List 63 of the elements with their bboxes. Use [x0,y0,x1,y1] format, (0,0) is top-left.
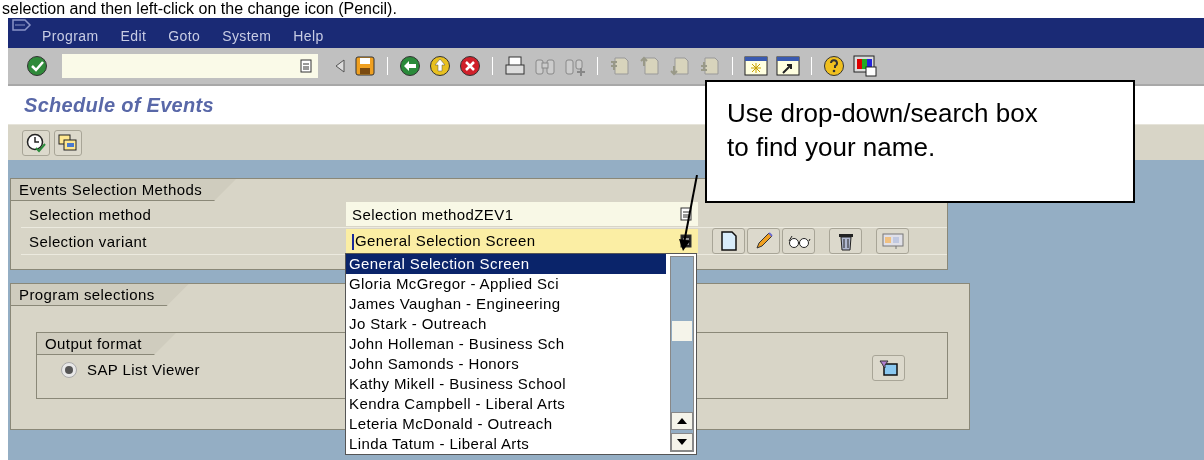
create-button[interactable] [712,228,745,254]
input-field[interactable]: Selection methodZEV1 [346,202,698,226]
back-icon[interactable] [399,55,421,77]
dropdown-option[interactable]: John Samonds - Honors [346,354,666,374]
field-label: Selection variant [28,232,148,250]
scroll-down-button[interactable] [671,433,693,451]
scroll-thumb[interactable] [672,321,692,341]
scrollbar[interactable] [670,256,694,452]
radio-button[interactable] [61,361,77,378]
stacked-windows-icon [58,132,78,153]
instruction-text: selection and then left-click on the change icon (Pencil). [1,0,398,18]
callout-text: Use drop-down/search box to find your name. [705,80,1135,203]
field-value: General Selection Screen [352,232,536,250]
down-arrow-icon [677,439,687,445]
command-field[interactable] [62,54,318,78]
option-label: SAP List Viewer [87,361,200,378]
layout-button[interactable] [872,355,905,381]
menu-item[interactable]: System [222,28,272,44]
blank-page-icon [719,231,738,251]
dropdown-option[interactable]: Kendra Campbell - Liberal Arts [346,394,666,414]
scroll-up-button[interactable] [671,412,693,430]
group-title: Program selections [11,284,189,306]
cancel-icon[interactable] [459,55,481,77]
menu-item[interactable]: Edit [120,28,147,44]
execute-button[interactable] [22,129,50,156]
dropdown-option[interactable]: James Vaughan - Engineering [346,294,666,314]
up-arrow-icon [677,418,687,424]
menu-item[interactable]: Goto [168,28,201,44]
help-icon[interactable] [823,55,845,77]
up-icon[interactable] [429,55,451,77]
folder-funnel-icon [878,359,899,377]
pencil-icon [753,231,774,251]
clock-check-icon [26,132,46,153]
dropdown-option[interactable]: Gloria McGregor - Applied Sci [346,274,666,294]
delete-button[interactable] [829,228,862,254]
display-button[interactable] [782,228,815,254]
trash-icon [836,231,855,251]
field-value: Selection methodZEV1 [352,205,514,223]
field-label: Selection method [28,205,153,223]
dropdown-option[interactable]: John Holleman - Business Sch [346,334,666,354]
check-icon[interactable] [26,55,48,77]
dropdown-option[interactable]: Kathy Mikell - Business School [346,374,666,394]
menu-item[interactable]: Help [293,28,324,44]
glasses-icon [786,233,811,249]
window-menu-icon[interactable] [12,19,34,33]
dropdown-option[interactable]: Jo Stark - Outreach [346,314,666,334]
dropdown-option[interactable]: General Selection Screen [346,254,666,274]
shortcut-window-icon[interactable] [776,56,800,76]
dropdown-option[interactable]: Linda Tatum - Liberal Arts [346,434,666,454]
print-icon[interactable] [504,56,526,76]
window-panels-icon [881,232,904,250]
group-title: Events Selection Methods [11,179,237,201]
input-field[interactable]: General Selection Screen [346,229,698,253]
screen-title: Schedule of Events [24,93,214,117]
dropdown-icon[interactable] [680,207,692,221]
layout-menu-icon[interactable] [853,55,877,77]
change-button[interactable] [747,228,780,254]
group-title: Output format [37,333,176,355]
save-icon[interactable] [354,55,376,77]
new-window-icon[interactable] [744,56,768,76]
menu-item[interactable]: Program [42,28,99,44]
dropdown-option[interactable]: Leteria McDonald - Outreach [346,414,666,434]
back-triangle-icon[interactable] [334,58,346,74]
